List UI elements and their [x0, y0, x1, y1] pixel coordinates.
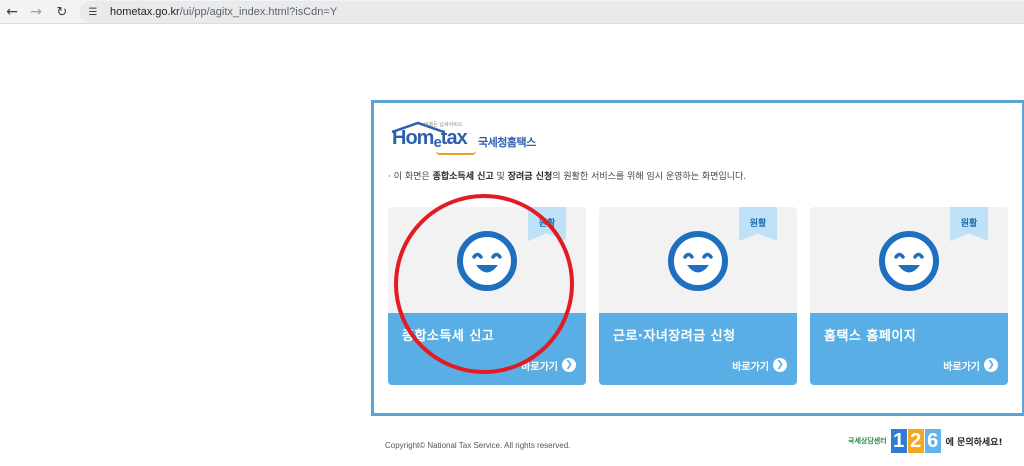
hometax-logo[interactable]: 언제든 납세서비스 Hometax 국세청홈택스	[388, 119, 548, 155]
notice-suffix: 의 원활한 서비스를 위해 임시 운영하는 화면입니다.	[552, 172, 747, 182]
call-digit: 2	[907, 429, 924, 453]
service-cards: 원활 종합소득세 신고 바로가기 ❯ 원활 근로·자녀장려금 신청 바로가기 ❯…	[388, 207, 1012, 385]
card-title: 홈택스 홈페이지	[824, 329, 917, 344]
call-center-label: 국세상담센터	[848, 437, 887, 445]
card-title: 종합소득세 신고	[402, 329, 495, 344]
notice-mid: 및	[493, 172, 508, 182]
logo-swoosh	[436, 151, 476, 155]
copyright-text: Copyright© National Tax Service. All rig…	[385, 441, 571, 450]
call-center-number: 1 2 6	[890, 429, 942, 453]
url-text: hometax.go.kr/ui/pp/agitx_index.html?isC…	[110, 6, 337, 18]
logo-word-e: e	[433, 134, 441, 151]
url-host: hometax.go.kr	[110, 6, 180, 18]
browser-toolbar: ← → ↻ ☰ hometax.go.kr/ui/pp/agitx_index.…	[0, 0, 1024, 24]
go-link[interactable]: 바로가기 ❯	[732, 357, 787, 373]
chevron-right-icon: ❯	[562, 358, 576, 372]
go-link[interactable]: 바로가기 ❯	[521, 357, 576, 373]
go-link[interactable]: 바로가기 ❯	[943, 357, 998, 373]
card-earned-income-credit[interactable]: 원활 근로·자녀장려금 신청 바로가기 ❯	[599, 207, 797, 385]
go-link-label: 바로가기	[521, 361, 558, 373]
notice-bold-1: 종합소득세 신고	[432, 172, 494, 182]
card-hometax-homepage[interactable]: 원활 홈택스 홈페이지 바로가기 ❯	[810, 207, 1008, 385]
reload-icon[interactable]: ↻	[52, 2, 72, 22]
go-link-label: 바로가기	[732, 361, 769, 373]
smiley-face-icon	[668, 231, 728, 291]
url-path: /ui/pp/agitx_index.html?isCdn=Y	[179, 6, 338, 18]
call-digit: 1	[890, 429, 907, 453]
card-bottom	[388, 313, 586, 385]
chevron-right-icon: ❯	[773, 358, 787, 372]
card-bottom	[599, 313, 797, 385]
card-title: 근로·자녀장려금 신청	[613, 329, 736, 344]
logo-korean-name: 국세청홈택스	[478, 136, 536, 149]
address-bar[interactable]: ☰ hometax.go.kr/ui/pp/agitx_index.html?i…	[80, 1, 1024, 23]
logo-word-hom: Hom	[392, 127, 434, 149]
call-center-banner: 국세상담센터 1 2 6 에 문의하세요!	[848, 428, 1003, 454]
card-bottom	[810, 313, 1008, 385]
logo-wordmark: Hometax	[392, 127, 468, 151]
logo-word-tax: tax	[440, 127, 468, 149]
smiley-face-icon	[457, 231, 517, 291]
main-panel: 언제든 납세서비스 Hometax 국세청홈택스 · 이 화면은 종합소득세 신…	[371, 100, 1024, 416]
back-arrow-icon[interactable]: ←	[2, 2, 22, 22]
card-income-tax[interactable]: 원활 종합소득세 신고 바로가기 ❯	[388, 207, 586, 385]
forward-arrow-icon[interactable]: →	[26, 2, 46, 22]
call-digit: 6	[924, 429, 941, 453]
go-link-label: 바로가기	[943, 361, 980, 373]
notice-bold-2: 장려금 신청	[507, 172, 553, 182]
notice-prefix: · 이 화면은	[388, 172, 433, 182]
chevron-right-icon: ❯	[984, 358, 998, 372]
notice-text: · 이 화면은 종합소득세 신고 및 장려금 신청의 원활한 서비스를 위해 임…	[388, 169, 746, 182]
smiley-face-icon	[879, 231, 939, 291]
call-center-tail: 에 문의하세요!	[945, 437, 1003, 448]
site-info-icon[interactable]: ☰	[84, 3, 102, 21]
